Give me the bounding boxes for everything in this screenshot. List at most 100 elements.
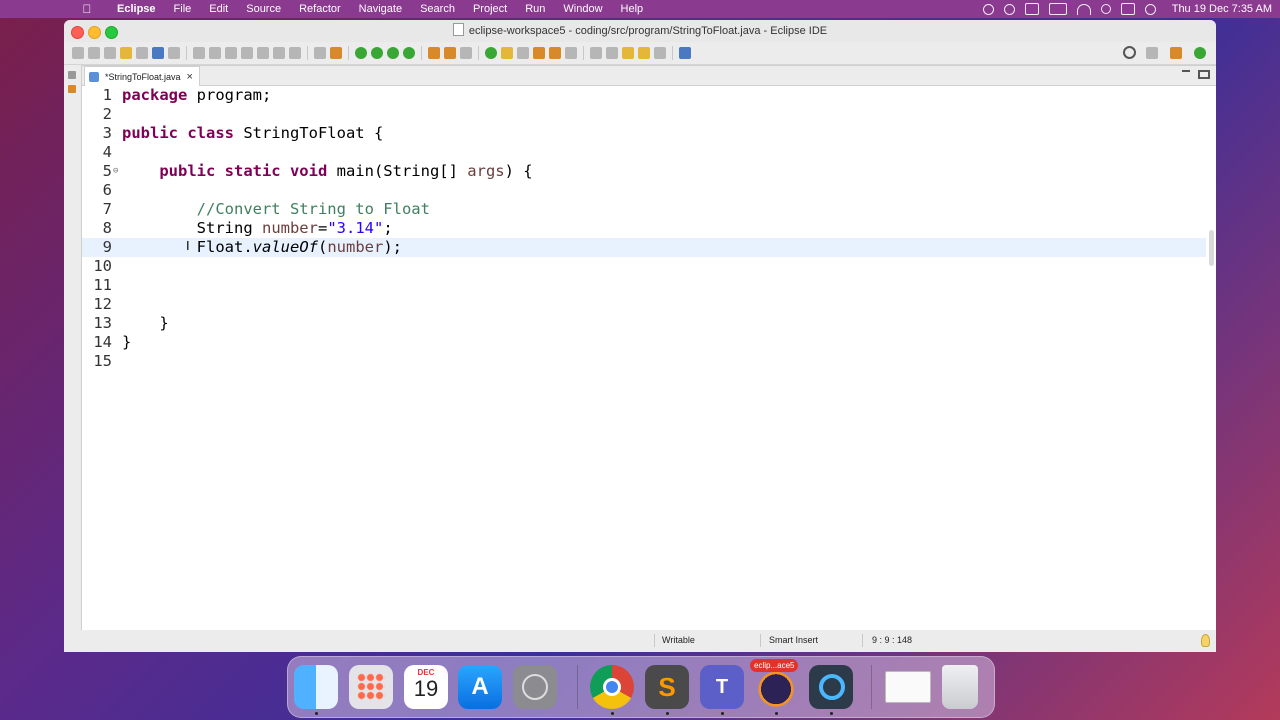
menu-bar:  Eclipse File Edit Source Refactor Navi… bbox=[0, 0, 1280, 18]
skip-breakpoints-icon[interactable] bbox=[168, 47, 180, 59]
open-type-icon[interactable] bbox=[485, 47, 497, 59]
forward-icon[interactable] bbox=[654, 47, 666, 59]
line-number: 13 bbox=[93, 314, 112, 332]
search-icon[interactable] bbox=[1100, 4, 1111, 14]
coverage-icon[interactable] bbox=[387, 47, 399, 59]
code-line: 15 bbox=[82, 352, 1206, 371]
step-over-icon[interactable] bbox=[273, 47, 285, 59]
running-indicator bbox=[666, 712, 669, 715]
toggle-block-selection-icon[interactable] bbox=[517, 47, 529, 59]
menu-search[interactable]: Search bbox=[411, 0, 464, 18]
editor-tab[interactable]: *StringToFloat.java × bbox=[84, 66, 200, 86]
finder-icon[interactable] bbox=[294, 665, 338, 709]
new-java-project-icon[interactable] bbox=[428, 47, 440, 59]
back-icon[interactable] bbox=[638, 47, 650, 59]
code-line: 11 bbox=[82, 276, 1206, 295]
quick-access-search-icon[interactable] bbox=[1123, 46, 1136, 59]
app-store-icon[interactable]: A bbox=[458, 665, 502, 709]
console-icon[interactable] bbox=[152, 47, 164, 59]
screenshot-thumbnail-icon[interactable] bbox=[885, 671, 931, 703]
code-line: 5 ⊖ public static void main(String[] arg… bbox=[82, 162, 1206, 181]
teams-icon[interactable]: T bbox=[700, 665, 744, 709]
toolbar-separator bbox=[672, 46, 673, 60]
quicktime-icon[interactable] bbox=[809, 665, 853, 709]
display-icon[interactable] bbox=[1024, 3, 1039, 15]
resume-icon[interactable] bbox=[193, 47, 205, 59]
menu-refactor[interactable]: Refactor bbox=[290, 0, 350, 18]
menu-app-name[interactable]: Eclipse bbox=[108, 0, 165, 18]
system-preferences-icon[interactable] bbox=[513, 665, 557, 709]
running-indicator bbox=[315, 712, 318, 715]
window-title: eclipse-workspace5 - coding/src/program/… bbox=[468, 25, 828, 37]
undo-icon[interactable] bbox=[120, 47, 132, 59]
editor-window-controls bbox=[1182, 70, 1210, 79]
new-icon[interactable] bbox=[72, 47, 84, 59]
line-number: 9 bbox=[102, 238, 112, 256]
menu-run[interactable]: Run bbox=[516, 0, 554, 18]
package-explorer-icon[interactable] bbox=[68, 85, 76, 93]
menu-help[interactable]: Help bbox=[612, 0, 653, 18]
maximize-icon[interactable] bbox=[1198, 70, 1210, 79]
apple-icon[interactable]:  bbox=[80, 2, 94, 16]
close-icon[interactable]: × bbox=[187, 71, 193, 83]
previous-annotation-icon[interactable] bbox=[606, 47, 618, 59]
new-class-icon[interactable] bbox=[460, 47, 472, 59]
save-icon[interactable] bbox=[88, 47, 100, 59]
tip-bulb-icon[interactable] bbox=[1201, 634, 1210, 647]
document-icon bbox=[452, 23, 464, 36]
redo-icon[interactable] bbox=[136, 47, 148, 59]
step-into-icon[interactable] bbox=[257, 47, 269, 59]
pin-editor-icon[interactable] bbox=[679, 47, 691, 59]
minimize-icon[interactable] bbox=[1182, 70, 1190, 78]
step-return-icon[interactable] bbox=[289, 47, 301, 59]
show-whitespace-icon[interactable] bbox=[549, 47, 561, 59]
battery-icon[interactable] bbox=[1048, 3, 1067, 15]
suspend-icon[interactable] bbox=[209, 47, 221, 59]
fold-toggle-icon[interactable]: ⊖ bbox=[113, 162, 118, 181]
external-tools-icon[interactable] bbox=[403, 47, 415, 59]
menu-clock[interactable]: Thu 19 Dec 7:35 AM bbox=[1172, 3, 1272, 15]
record-icon[interactable] bbox=[982, 3, 994, 15]
status-insert-mode[interactable]: Smart Insert bbox=[769, 635, 818, 645]
line-number: 2 bbox=[102, 105, 112, 123]
disconnect-icon[interactable] bbox=[241, 47, 253, 59]
sublime-text-icon[interactable]: S bbox=[645, 665, 689, 709]
trash-icon[interactable] bbox=[942, 665, 978, 709]
menu-window[interactable]: Window bbox=[554, 0, 611, 18]
code-editor[interactable]: 1 package program; 2 3 public class Stri… bbox=[82, 86, 1216, 631]
pilcrow-icon[interactable] bbox=[565, 47, 577, 59]
toolbar-separator bbox=[348, 46, 349, 60]
search-toolbar-icon[interactable] bbox=[533, 47, 545, 59]
code-text: public class StringToFloat { bbox=[122, 124, 384, 142]
status-cursor-position[interactable]: 9 : 9 : 148 bbox=[872, 635, 912, 645]
run-icon[interactable] bbox=[371, 47, 383, 59]
new-package-icon[interactable] bbox=[444, 47, 456, 59]
drop-to-frame-icon[interactable] bbox=[314, 47, 326, 59]
last-edit-location-icon[interactable] bbox=[622, 47, 634, 59]
launchpad-icon[interactable] bbox=[349, 665, 393, 709]
toggle-mark-occurrences-icon[interactable] bbox=[501, 47, 513, 59]
menu-project[interactable]: Project bbox=[464, 0, 516, 18]
debug-perspective-icon[interactable] bbox=[1194, 46, 1206, 59]
chrome-icon[interactable] bbox=[590, 665, 634, 709]
restore-view-icon[interactable] bbox=[68, 71, 76, 79]
java-perspective-icon[interactable] bbox=[1170, 46, 1182, 59]
save-all-icon[interactable] bbox=[104, 47, 116, 59]
calendar-icon[interactable]: DEC 19 bbox=[404, 665, 448, 709]
menu-navigate[interactable]: Navigate bbox=[350, 0, 411, 18]
next-annotation-icon[interactable] bbox=[590, 47, 602, 59]
terminate-icon[interactable] bbox=[225, 47, 237, 59]
menu-source[interactable]: Source bbox=[237, 0, 290, 18]
status-divider bbox=[862, 634, 863, 647]
open-perspective-icon[interactable] bbox=[1146, 46, 1158, 59]
wifi-icon[interactable] bbox=[1076, 3, 1091, 15]
code-text: Float.valueOf(number); bbox=[122, 238, 402, 256]
editor-scrollbar[interactable] bbox=[1209, 230, 1214, 266]
menu-file[interactable]: File bbox=[165, 0, 201, 18]
control-center-icon[interactable] bbox=[1120, 3, 1135, 15]
play-icon[interactable] bbox=[1003, 3, 1015, 15]
menu-edit[interactable]: Edit bbox=[200, 0, 237, 18]
debug-icon[interactable] bbox=[355, 47, 367, 59]
siri-icon[interactable] bbox=[1144, 3, 1156, 15]
use-step-filters-icon[interactable] bbox=[330, 47, 342, 59]
